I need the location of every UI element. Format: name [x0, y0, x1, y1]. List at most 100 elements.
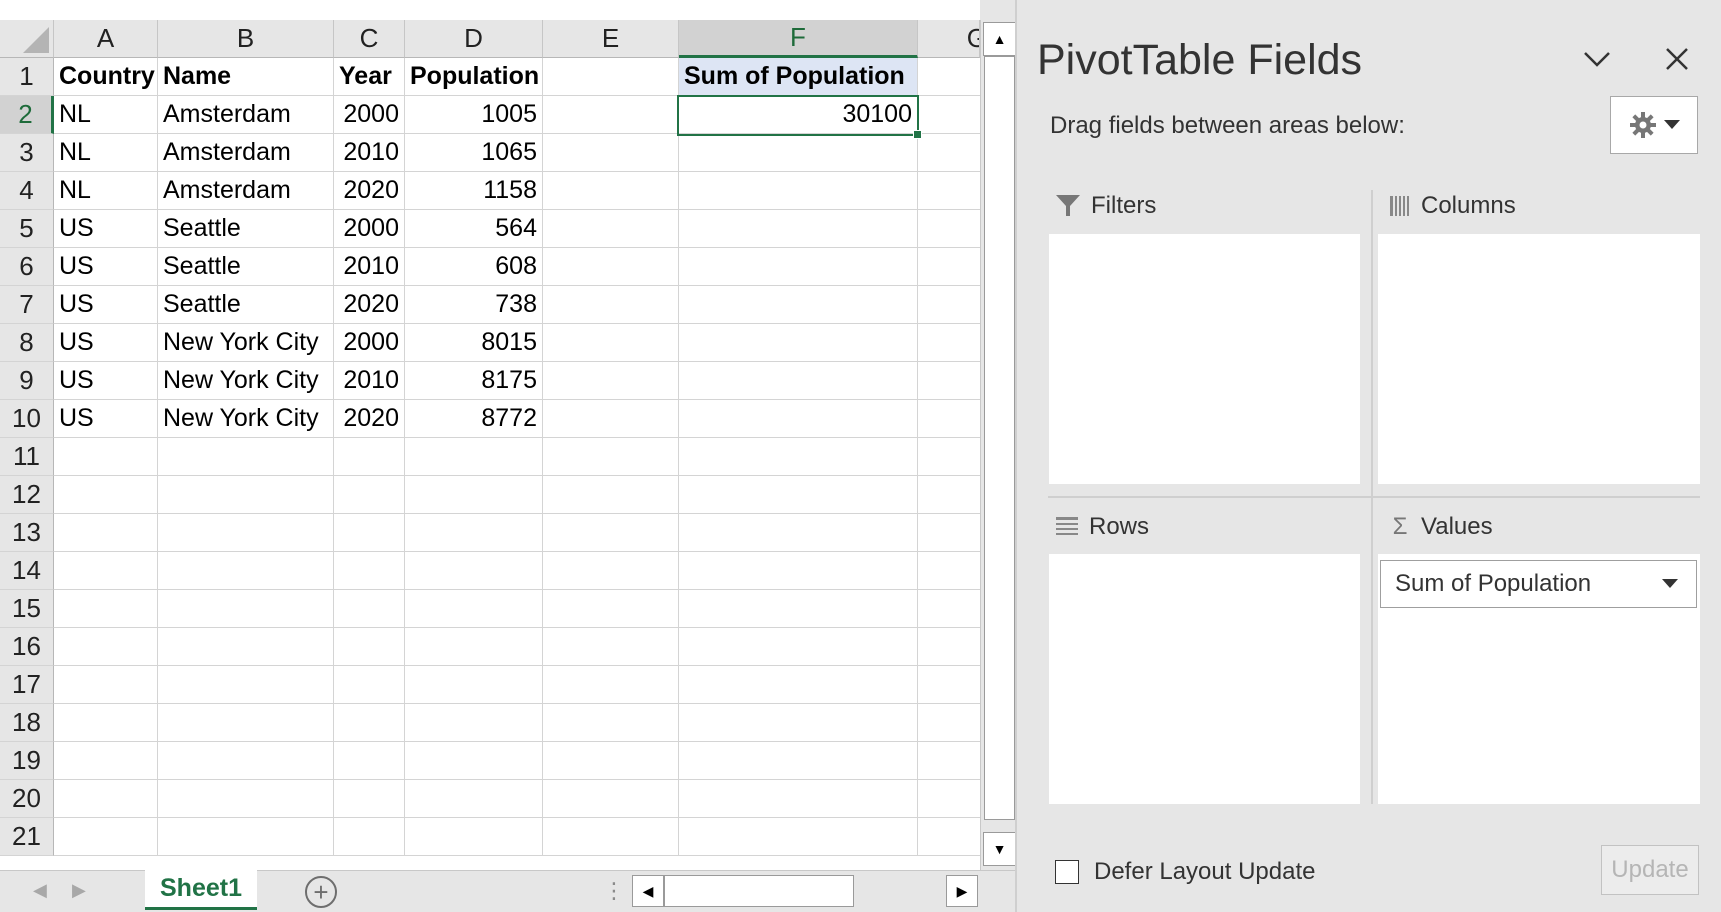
- cell[interactable]: [679, 780, 918, 818]
- data-cell[interactable]: 1005: [405, 96, 543, 134]
- cell[interactable]: [679, 552, 918, 590]
- cell[interactable]: [543, 172, 679, 210]
- data-cell[interactable]: 2020: [334, 286, 405, 324]
- data-cell[interactable]: 738: [405, 286, 543, 324]
- data-cell[interactable]: US: [54, 210, 158, 248]
- cell[interactable]: [679, 438, 918, 476]
- cell[interactable]: [334, 628, 405, 666]
- cell[interactable]: [543, 818, 679, 856]
- row-header[interactable]: 13: [0, 514, 54, 552]
- scroll-left-button[interactable]: ◀: [632, 875, 664, 907]
- area-divider-vertical[interactable]: [1371, 190, 1373, 804]
- row-header[interactable]: 21: [0, 818, 54, 856]
- cell[interactable]: [405, 704, 543, 742]
- scroll-right-button[interactable]: ▶: [946, 875, 978, 907]
- cell[interactable]: [918, 362, 980, 400]
- row-header[interactable]: 1: [0, 58, 54, 96]
- cell[interactable]: [679, 324, 918, 362]
- cell[interactable]: [918, 134, 980, 172]
- data-cell[interactable]: Seattle: [158, 248, 334, 286]
- cell[interactable]: [54, 476, 158, 514]
- data-cell[interactable]: 2000: [334, 96, 405, 134]
- row-header[interactable]: 16: [0, 628, 54, 666]
- cell[interactable]: [679, 400, 918, 438]
- cell[interactable]: [679, 172, 918, 210]
- data-cell[interactable]: 8175: [405, 362, 543, 400]
- cell[interactable]: [54, 552, 158, 590]
- data-cell[interactable]: New York City: [158, 324, 334, 362]
- cell[interactable]: [918, 628, 980, 666]
- cell[interactable]: [158, 590, 334, 628]
- cell[interactable]: [679, 628, 918, 666]
- cell[interactable]: [54, 590, 158, 628]
- tab-split-handle[interactable]: ⋮: [603, 878, 625, 904]
- horizontal-scroll-thumb[interactable]: [664, 875, 854, 907]
- cell[interactable]: [405, 818, 543, 856]
- data-cell[interactable]: US: [54, 324, 158, 362]
- cell[interactable]: [54, 742, 158, 780]
- cell[interactable]: [54, 666, 158, 704]
- data-cell[interactable]: NL: [54, 96, 158, 134]
- cell[interactable]: [679, 590, 918, 628]
- cell[interactable]: [918, 324, 980, 362]
- sheet-tab[interactable]: Sheet1: [145, 870, 257, 910]
- cell[interactable]: [543, 362, 679, 400]
- cell[interactable]: [405, 628, 543, 666]
- cell[interactable]: [54, 514, 158, 552]
- column-header-c[interactable]: C: [334, 20, 405, 58]
- cell[interactable]: [54, 704, 158, 742]
- data-cell[interactable]: Amsterdam: [158, 172, 334, 210]
- cell[interactable]: [543, 210, 679, 248]
- cell[interactable]: [543, 134, 679, 172]
- cell[interactable]: [543, 742, 679, 780]
- row-header[interactable]: 9: [0, 362, 54, 400]
- cell[interactable]: [334, 666, 405, 704]
- row-header[interactable]: 10: [0, 400, 54, 438]
- column-header-f[interactable]: F: [679, 20, 918, 58]
- cell[interactable]: [918, 514, 980, 552]
- cell[interactable]: [543, 58, 679, 96]
- cell[interactable]: [679, 514, 918, 552]
- defer-layout-label[interactable]: Defer Layout Update: [1094, 858, 1315, 886]
- cell[interactable]: [405, 742, 543, 780]
- data-cell[interactable]: 1158: [405, 172, 543, 210]
- cell[interactable]: [334, 552, 405, 590]
- cell[interactable]: [334, 704, 405, 742]
- cell[interactable]: [405, 552, 543, 590]
- cell[interactable]: [918, 818, 980, 856]
- row-header[interactable]: 4: [0, 172, 54, 210]
- collapse-pane-button[interactable]: [1580, 42, 1614, 76]
- data-cell[interactable]: Seattle: [158, 210, 334, 248]
- column-header-e[interactable]: E: [543, 20, 679, 58]
- cell[interactable]: [918, 704, 980, 742]
- row-header[interactable]: 15: [0, 590, 54, 628]
- cell[interactable]: [543, 590, 679, 628]
- cell[interactable]: [334, 514, 405, 552]
- cell[interactable]: [543, 324, 679, 362]
- vertical-scroll-thumb[interactable]: [984, 56, 1015, 820]
- data-cell[interactable]: NL: [54, 172, 158, 210]
- column-title-cell[interactable]: Country: [54, 58, 158, 96]
- data-cell[interactable]: 2000: [334, 210, 405, 248]
- cell[interactable]: [543, 666, 679, 704]
- cell[interactable]: [405, 590, 543, 628]
- row-header[interactable]: 6: [0, 248, 54, 286]
- cell[interactable]: [918, 172, 980, 210]
- data-cell[interactable]: 8015: [405, 324, 543, 362]
- cell[interactable]: [679, 362, 918, 400]
- field-settings-button[interactable]: [1610, 96, 1698, 154]
- row-header[interactable]: 2: [0, 96, 54, 134]
- cell[interactable]: [918, 590, 980, 628]
- cell[interactable]: [918, 742, 980, 780]
- cell[interactable]: [158, 780, 334, 818]
- data-cell[interactable]: 2010: [334, 248, 405, 286]
- cell[interactable]: [543, 96, 679, 134]
- cell[interactable]: [543, 248, 679, 286]
- cell[interactable]: [543, 704, 679, 742]
- column-title-cell[interactable]: Year: [334, 58, 405, 96]
- cell[interactable]: [334, 438, 405, 476]
- row-header[interactable]: 18: [0, 704, 54, 742]
- cell[interactable]: [679, 704, 918, 742]
- prev-sheet-icon[interactable]: ◀: [33, 880, 47, 901]
- data-cell[interactable]: 564: [405, 210, 543, 248]
